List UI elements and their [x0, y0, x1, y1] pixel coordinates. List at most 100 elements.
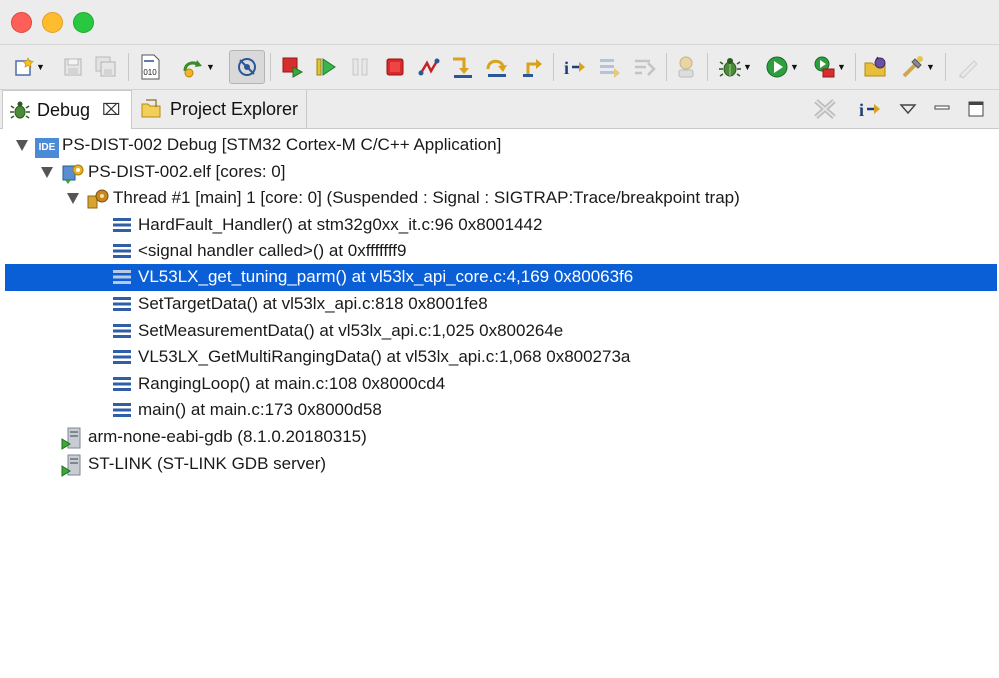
terminate-relaunch-button[interactable] [277, 51, 307, 83]
minimize-view-button[interactable] [928, 96, 956, 122]
terminate-button[interactable] [380, 51, 410, 83]
stack-frame-icon [112, 347, 132, 372]
tree-launch-row[interactable]: IDE PS-DIST-002 Debug [STM32 Cortex-M C/… [0, 132, 999, 159]
tree-elf-row[interactable]: PS-DIST-002.elf [cores: 0] [0, 159, 999, 186]
stack-frame-row[interactable]: SetTargetData() at vl53lx_api.c:818 0x80… [0, 291, 999, 318]
elf-label: PS-DIST-002.elf [cores: 0] [88, 162, 286, 181]
stack-frame-row-selected[interactable]: VL53LX_get_tuning_parm() at vl53lx_api_c… [5, 264, 997, 291]
drop-frame-icon [600, 59, 620, 78]
tree-stlink-row[interactable]: ST-LINK (ST-LINK GDB server) [0, 451, 999, 478]
resume-button[interactable] [311, 51, 341, 83]
open-perspective-icon [864, 56, 886, 77]
step-return-button[interactable] [518, 51, 548, 83]
skip-icon [183, 60, 203, 78]
remove-terminated-button[interactable] [811, 96, 839, 122]
disconnect-toggle-button[interactable] [229, 50, 265, 84]
drop-to-frame-button[interactable] [595, 51, 625, 83]
edit-button[interactable] [953, 51, 983, 83]
run-button[interactable]: ▼ [760, 51, 804, 83]
stack-frame-icon [112, 400, 132, 425]
step-over-button[interactable] [482, 51, 512, 83]
save-icon [64, 58, 82, 76]
process-icon [61, 454, 83, 483]
tab-project-explorer[interactable]: Project Explorer [134, 90, 307, 128]
suspend-button[interactable] [345, 51, 375, 83]
chevron-down-icon[interactable]: ▼ [790, 62, 799, 72]
chevron-down-icon[interactable]: ▼ [837, 62, 846, 72]
toolbar-separator [270, 53, 271, 81]
maximize-view-button[interactable] [962, 96, 990, 122]
restart-button[interactable] [671, 51, 701, 83]
tab-debug[interactable]: Debug ⌧ [2, 90, 132, 129]
chevron-down-icon[interactable]: ▼ [926, 62, 935, 72]
chevron-down-icon[interactable]: ▼ [206, 62, 215, 72]
use-step-filters-button[interactable] [630, 51, 660, 83]
gdb-label: arm-none-eabi-gdb (8.1.0.20180315) [88, 427, 367, 446]
maximize-window-button[interactable] [73, 12, 94, 33]
external-tools-icon [814, 56, 835, 78]
stack-frame-icon [112, 241, 132, 266]
tab-project-explorer-label: Project Explorer [170, 98, 299, 119]
toolbar-separator [855, 53, 856, 81]
minimize-window-button[interactable] [42, 12, 63, 33]
stack-frame-label: RangingLoop() at main.c:108 0x8000cd4 [138, 374, 446, 393]
resume-icon [316, 58, 336, 76]
stack-frame-label: HardFault_Handler() at stm32g0xx_it.c:96… [138, 215, 543, 234]
instruction-stepping-mode-button[interactable]: i [559, 51, 589, 83]
tree-gdb-row[interactable]: arm-none-eabi-gdb (8.1.0.20180315) [0, 424, 999, 451]
stack-frame-icon [112, 374, 132, 399]
run-icon [766, 56, 788, 78]
tab-debug-label: Debug [37, 99, 91, 120]
binary-button[interactable]: 010 [135, 51, 165, 83]
close-tab-icon[interactable]: ⌧ [102, 100, 120, 120]
step-over-icon [486, 59, 507, 77]
tree-thread-row[interactable]: Thread #1 [main] 1 [core: 0] (Suspended … [0, 185, 999, 212]
view-menu-button[interactable] [894, 96, 922, 122]
use-step-filters-icon [635, 59, 656, 76]
new-button[interactable]: ▼ [8, 51, 50, 83]
step-return-icon [523, 59, 542, 77]
debug-icon [719, 58, 742, 77]
stack-frame-row[interactable]: <signal handler called>() at 0xfffffff9 [0, 238, 999, 265]
stack-frame-icon [112, 294, 132, 319]
disconnect-debug-icon [418, 58, 440, 76]
bug-icon [9, 99, 31, 121]
skip-breakpoints-button[interactable]: ▼ [176, 51, 220, 83]
new-icon [15, 57, 34, 76]
ide-badge: IDE [35, 138, 59, 158]
close-window-button[interactable] [11, 12, 32, 33]
stlink-label: ST-LINK (ST-LINK GDB server) [88, 454, 327, 473]
instruction-stepping-mode-view-button[interactable]: i [853, 96, 885, 122]
build-button[interactable]: ▼ [896, 51, 940, 83]
debug-button[interactable]: ▼ [713, 51, 757, 83]
stack-frame-row[interactable]: HardFault_Handler() at stm32g0xx_it.c:96… [0, 212, 999, 239]
stack-frame-label: VL53LX_GetMultiRangingData() at vl53lx_a… [138, 347, 631, 366]
svg-text:i: i [564, 58, 569, 78]
open-perspective-button[interactable] [861, 51, 891, 83]
stack-frame-row[interactable]: main() at main.c:173 0x8000d58 [0, 397, 999, 424]
svg-text:010: 010 [143, 68, 157, 77]
disconnect-debug-button[interactable] [414, 51, 444, 83]
stack-frame-label: <signal handler called>() at 0xfffffff9 [138, 241, 407, 260]
stack-frame-row[interactable]: SetMeasurementData() at vl53lx_api.c:1,0… [0, 318, 999, 345]
remove-terminated-icon [814, 99, 836, 119]
save-all-button[interactable] [91, 51, 121, 83]
stack-frame-label: SetTargetData() at vl53lx_api.c:818 0x80… [138, 294, 488, 313]
stack-frame-label: VL53LX_get_tuning_parm() at vl53lx_api_c… [138, 267, 634, 286]
step-into-button[interactable] [448, 51, 478, 83]
save-button[interactable] [58, 51, 88, 83]
external-tools-button[interactable]: ▼ [807, 51, 851, 83]
save-all-icon [95, 56, 116, 77]
chevron-down-icon[interactable]: ▼ [36, 62, 45, 72]
expand-arrow-icon[interactable] [41, 167, 53, 178]
folder-icon [140, 98, 164, 120]
toolbar-separator [707, 53, 708, 81]
expand-arrow-icon[interactable] [16, 140, 28, 151]
expand-arrow-icon[interactable] [67, 193, 79, 204]
stack-frame-icon [112, 215, 132, 240]
stack-frame-label: SetMeasurementData() at vl53lx_api.c:1,0… [138, 321, 564, 340]
stack-frame-row[interactable]: VL53LX_GetMultiRangingData() at vl53lx_a… [0, 344, 999, 371]
stack-frame-row[interactable]: RangingLoop() at main.c:108 0x8000cd4 [0, 371, 999, 398]
debug-tree: IDE PS-DIST-002 Debug [STM32 Cortex-M C/… [0, 130, 999, 678]
chevron-down-icon[interactable]: ▼ [743, 62, 752, 72]
